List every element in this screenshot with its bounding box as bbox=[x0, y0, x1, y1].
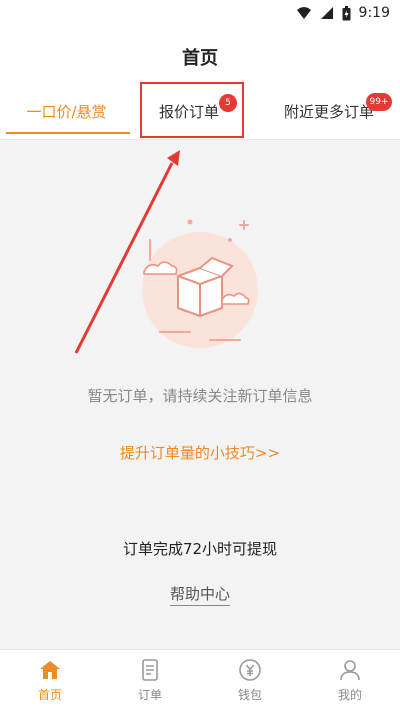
status-time: 9:19 bbox=[358, 5, 390, 21]
tabbar-label: 我的 bbox=[337, 688, 362, 702]
bottom-tab-bar: 首页 订单 钱包 我的 bbox=[0, 649, 400, 711]
tabbar-orders[interactable]: 订单 bbox=[100, 650, 200, 711]
tab-fixed-price[interactable]: 一口价/悬赏 bbox=[0, 82, 133, 140]
quote-orders-badge: 5 bbox=[219, 94, 237, 112]
tabbar-wallet[interactable]: 钱包 bbox=[200, 650, 300, 711]
tab-nearby-orders[interactable]: 附近更多订单 bbox=[258, 82, 400, 140]
page-title: 首页 bbox=[182, 48, 218, 69]
withdraw-note: 订单完成72小时可提现 bbox=[122, 540, 278, 558]
tips-link[interactable]: 提升订单量的小技巧>> bbox=[0, 442, 400, 463]
home-icon bbox=[40, 661, 60, 679]
help-center-link[interactable]: 帮助中心 bbox=[0, 583, 400, 606]
nearby-orders-badge: 99+ bbox=[366, 93, 392, 111]
wifi-icon bbox=[296, 7, 311, 19]
tabbar-home[interactable]: 首页 bbox=[0, 650, 100, 711]
battery-icon bbox=[342, 5, 351, 20]
tab-label: 一口价/悬赏 bbox=[26, 102, 107, 121]
status-bar: 9:19 bbox=[0, 0, 400, 30]
empty-state-text: 暂无订单，请持续关注新订单信息 bbox=[87, 387, 313, 405]
tabbar-profile[interactable]: 我的 bbox=[300, 650, 400, 711]
page-header: 首页 bbox=[0, 30, 400, 82]
tabbar-label: 首页 bbox=[37, 688, 62, 702]
signal-icon bbox=[320, 7, 333, 19]
tabbar-label: 订单 bbox=[137, 688, 162, 702]
empty-box-illustration bbox=[142, 219, 258, 348]
order-icon bbox=[142, 659, 158, 681]
profile-icon bbox=[340, 660, 360, 681]
help-center-label: 帮助中心 bbox=[169, 585, 230, 606]
tabbar-label: 钱包 bbox=[237, 688, 262, 702]
tab-label: 附近更多订单 bbox=[283, 102, 374, 121]
wallet-icon bbox=[239, 659, 261, 681]
active-tab-underline bbox=[6, 132, 130, 134]
